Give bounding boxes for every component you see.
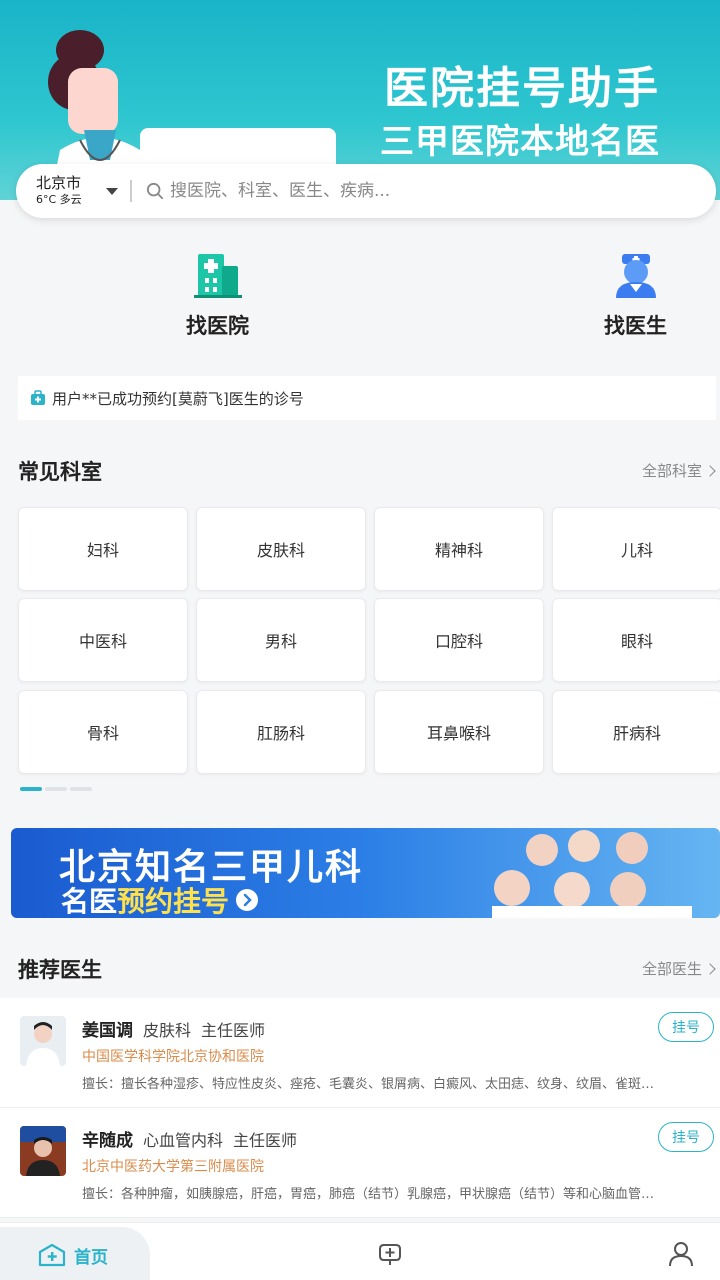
- all-doctors-link[interactable]: 全部医生: [641, 958, 716, 979]
- find-doctor-label: 找医生: [604, 314, 667, 338]
- chevron-right-icon: [704, 464, 716, 477]
- doctor-hospital: 中国医学科学院北京协和医院: [82, 1049, 264, 1065]
- doctor-header: 姜国调 皮肤科 主任医师: [82, 1016, 265, 1041]
- doctor-hospital: 北京中医药大学第三附属医院: [82, 1159, 264, 1175]
- book-button[interactable]: 挂号: [658, 1012, 714, 1042]
- promo-sub-highlight: 预约挂号: [117, 885, 230, 918]
- doctor-card[interactable]: 辛随成 心血管内科 主任医师 北京中医药大学第三附属医院 擅长：各种肿瘤，如胰腺…: [0, 1108, 720, 1218]
- nav-home-label: 首页: [74, 1247, 108, 1268]
- all-departments-label: 全部科室: [641, 462, 702, 480]
- doctor-list: 姜国调 皮肤科 主任医师 中国医学科学院北京协和医院 擅长：擅长各种湿疹、特应性…: [0, 998, 720, 1218]
- dept-item[interactable]: 肛肠科: [196, 690, 366, 774]
- notice-bar[interactable]: 用户**已成功预约[莫蔚飞]医生的诊号: [18, 376, 716, 420]
- promo-banner[interactable]: 北京知名三甲儿科 名医 预约挂号: [11, 828, 720, 918]
- home-icon: [38, 1243, 66, 1267]
- appointment-icon[interactable]: [377, 1241, 403, 1267]
- hospital-icon: [193, 254, 242, 298]
- page-indicator: [20, 787, 92, 791]
- all-departments-link[interactable]: 全部科室: [641, 460, 716, 481]
- doctor-dept: 心血管内科: [143, 1131, 224, 1150]
- dept-item[interactable]: 眼科: [552, 598, 720, 682]
- dept-item[interactable]: 皮肤科: [196, 507, 366, 591]
- weather-label: 6°C 多云: [36, 193, 82, 206]
- dept-item[interactable]: 中医科: [18, 598, 188, 682]
- book-button[interactable]: 挂号: [658, 1122, 714, 1152]
- bottom-nav: 首页: [0, 1222, 720, 1280]
- city-selector[interactable]: 北京市 6°C 多云: [36, 174, 102, 208]
- all-doctors-label: 全部医生: [641, 960, 702, 978]
- doctor-skill: 擅长：擅长各种湿疹、特应性皮炎、痤疮、毛囊炎、银屑病、白癜风、太田痣、纹身、纹眉…: [82, 1077, 655, 1092]
- dept-item[interactable]: 精神科: [374, 507, 544, 591]
- doctor-rank: 主任医师: [201, 1021, 266, 1040]
- dept-item[interactable]: 妇科: [18, 507, 188, 591]
- divider: [130, 180, 132, 202]
- doctor-header: 辛随成 心血管内科 主任医师: [82, 1126, 297, 1151]
- doctor-name: 姜国调: [82, 1021, 133, 1041]
- page-dot: [70, 787, 92, 791]
- chevron-right-icon: [704, 962, 716, 975]
- search-icon: [146, 182, 164, 200]
- promo-sub-prefix: 名医: [61, 885, 118, 918]
- dept-item[interactable]: 儿科: [552, 507, 720, 591]
- find-hospital-button[interactable]: 找医院: [186, 250, 249, 340]
- promo-subtitle: 名医 预约挂号: [61, 880, 259, 918]
- dept-item[interactable]: 骨科: [18, 690, 188, 774]
- doctor-avatar: [20, 1126, 66, 1176]
- banner-title: 医院挂号助手: [384, 63, 660, 114]
- doctor-skill: 擅长：各种肿瘤，如胰腺癌，肝癌，胃癌，肺癌（结节）乳腺癌，甲状腺癌（结节）等和心…: [82, 1187, 655, 1202]
- search-input[interactable]: [170, 181, 630, 201]
- banner-subtitle: 三甲医院本地名医: [380, 122, 660, 162]
- page-dot: [20, 787, 42, 791]
- medical-kit-icon: [31, 390, 45, 405]
- doctors-title: 推荐医生: [18, 958, 102, 982]
- profile-icon[interactable]: [668, 1241, 694, 1267]
- doctor-icon: [615, 254, 656, 298]
- doctor-dept: 皮肤科: [143, 1021, 192, 1040]
- search-bar: 北京市 6°C 多云: [16, 164, 716, 218]
- dept-item[interactable]: 口腔科: [374, 598, 544, 682]
- city-label: 北京市: [36, 174, 82, 192]
- dept-item[interactable]: 耳鼻喉科: [374, 690, 544, 774]
- find-doctor-button[interactable]: 找医生: [604, 250, 667, 340]
- doctor-rank: 主任医师: [233, 1131, 298, 1150]
- find-hospital-label: 找医院: [186, 314, 249, 338]
- doctor-name: 辛随成: [82, 1131, 133, 1151]
- departments-title: 常见科室: [18, 460, 102, 484]
- doctors-photo: [492, 830, 692, 918]
- dept-item[interactable]: 肝病科: [552, 690, 720, 774]
- chevron-down-icon[interactable]: [106, 187, 118, 195]
- notice-text: 用户**已成功预约[莫蔚飞]医生的诊号: [52, 389, 304, 408]
- arrow-circle-icon: [236, 889, 259, 911]
- doctor-avatar: [20, 1016, 66, 1066]
- doctor-card[interactable]: 姜国调 皮肤科 主任医师 中国医学科学院北京协和医院 擅长：擅长各种湿疹、特应性…: [0, 998, 720, 1108]
- dept-item[interactable]: 男科: [196, 598, 366, 682]
- page-dot: [45, 787, 67, 791]
- nav-home[interactable]: 首页: [0, 1227, 150, 1280]
